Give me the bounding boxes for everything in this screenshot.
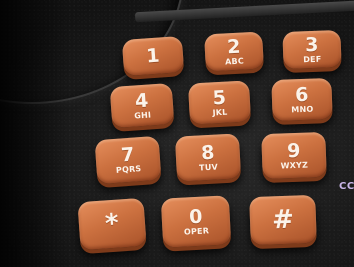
key-7-letters: PQRS [115, 164, 142, 175]
key-star-symbol: * [104, 208, 120, 240]
key-6-digit: 6 [294, 83, 309, 106]
key-star[interactable]: * [77, 197, 147, 251]
key-4-letters: GHI [133, 109, 152, 121]
key-1[interactable]: 1 [121, 35, 185, 77]
key-2[interactable]: 2 ABC [204, 31, 264, 72]
key-0[interactable]: 0 OPER [160, 195, 232, 248]
phone-keypad-photo: 1 2 ABC 3 DEF 4 GHI 5 JKL 6 MNO 7 PQRS 8… [0, 0, 354, 267]
key-7[interactable]: 7 PQRS [94, 135, 162, 185]
key-9-digit: 9 [286, 139, 301, 162]
left-shadow [0, 0, 70, 267]
housing-edge-text: CC [339, 181, 354, 192]
key-2-letters: ABC [224, 56, 245, 66]
key-4[interactable]: 4 GHI [109, 82, 175, 129]
key-2-digit: 2 [226, 35, 241, 58]
key-6[interactable]: 6 MNO [271, 77, 333, 122]
key-5[interactable]: 5 JKL [187, 80, 252, 125]
key-7-digit: 7 [120, 143, 136, 167]
key-0-digit: 0 [188, 205, 203, 228]
key-8-digit: 8 [200, 141, 215, 164]
key-9-letters: WXYZ [280, 160, 309, 170]
key-8[interactable]: 8 TUV [174, 133, 242, 182]
key-5-letters: JKL [212, 107, 228, 117]
key-6-letters: MNO [291, 104, 314, 114]
key-1-digit: 1 [145, 44, 161, 67]
key-3[interactable]: 3 DEF [282, 29, 342, 70]
key-3-letters: DEF [303, 54, 322, 64]
key-5-digit: 5 [212, 86, 227, 109]
key-hash[interactable]: # [249, 194, 317, 246]
key-4-digit: 4 [134, 89, 150, 112]
key-9[interactable]: 9 WXYZ [261, 131, 327, 180]
key-hash-symbol: # [271, 204, 295, 236]
key-0-letters: OPER [183, 225, 210, 237]
key-8-letters: TUV [198, 162, 219, 172]
key-3-digit: 3 [304, 33, 319, 56]
